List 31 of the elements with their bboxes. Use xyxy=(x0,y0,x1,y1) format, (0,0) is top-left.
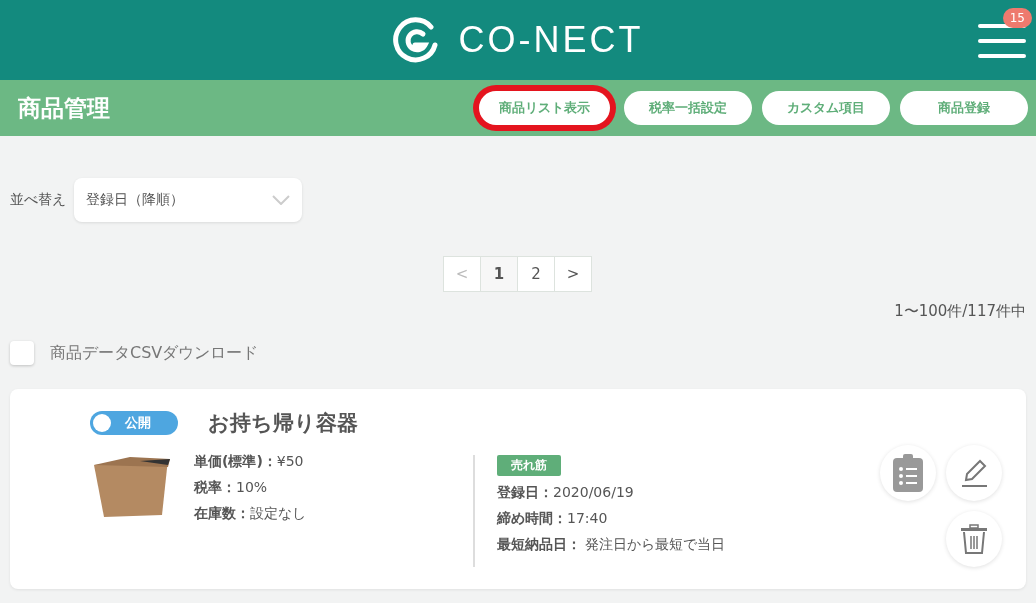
chevron-down-icon xyxy=(272,195,290,205)
logo-icon xyxy=(392,17,439,63)
status-toggle[interactable]: 公開 xyxy=(90,411,178,435)
detail-line: 在庫数：設定なし xyxy=(194,505,306,523)
sort-label: 並べ替え xyxy=(10,191,66,209)
info-line: 締め時間：17:40 xyxy=(497,510,609,528)
checkbox[interactable] xyxy=(10,341,34,365)
list-button[interactable] xyxy=(880,445,936,501)
header-button[interactable]: カスタム項目 xyxy=(762,91,890,125)
page-button[interactable]: 2 xyxy=(517,256,555,292)
clipboard-list-icon xyxy=(893,454,923,492)
detail-line: 単価(標準)：¥50 xyxy=(194,453,305,471)
delete-button[interactable] xyxy=(946,511,1002,567)
header-button[interactable]: 税率一括設定 xyxy=(624,91,752,125)
product-tag: 売れ筋 xyxy=(497,455,561,476)
csv-download-label: 商品データCSVダウンロード xyxy=(50,342,259,364)
logo-text: CO-NECT xyxy=(458,19,644,61)
result-count: 1〜100件/117件中 xyxy=(893,302,1026,321)
page-title: 商品管理 xyxy=(18,93,111,123)
edit-button[interactable] xyxy=(946,445,1002,501)
pencil-icon xyxy=(960,458,988,488)
trash-icon xyxy=(960,524,988,554)
detail-line: 税率：10% xyxy=(194,479,269,497)
next-page-button[interactable]: > xyxy=(554,256,592,292)
product-name: お持ち帰り容器 xyxy=(208,410,358,437)
notification-badge: 15 xyxy=(1002,8,1032,28)
sort-dropdown[interactable]: 登録日（降順） xyxy=(74,178,302,222)
header-button[interactable]: 商品登録 xyxy=(900,91,1028,125)
info-line: 最短納品日： 発注日から最短で当日 xyxy=(497,536,726,554)
page-button[interactable]: 1 xyxy=(480,256,518,292)
info-line: 登録日：2020/06/19 xyxy=(497,484,635,502)
